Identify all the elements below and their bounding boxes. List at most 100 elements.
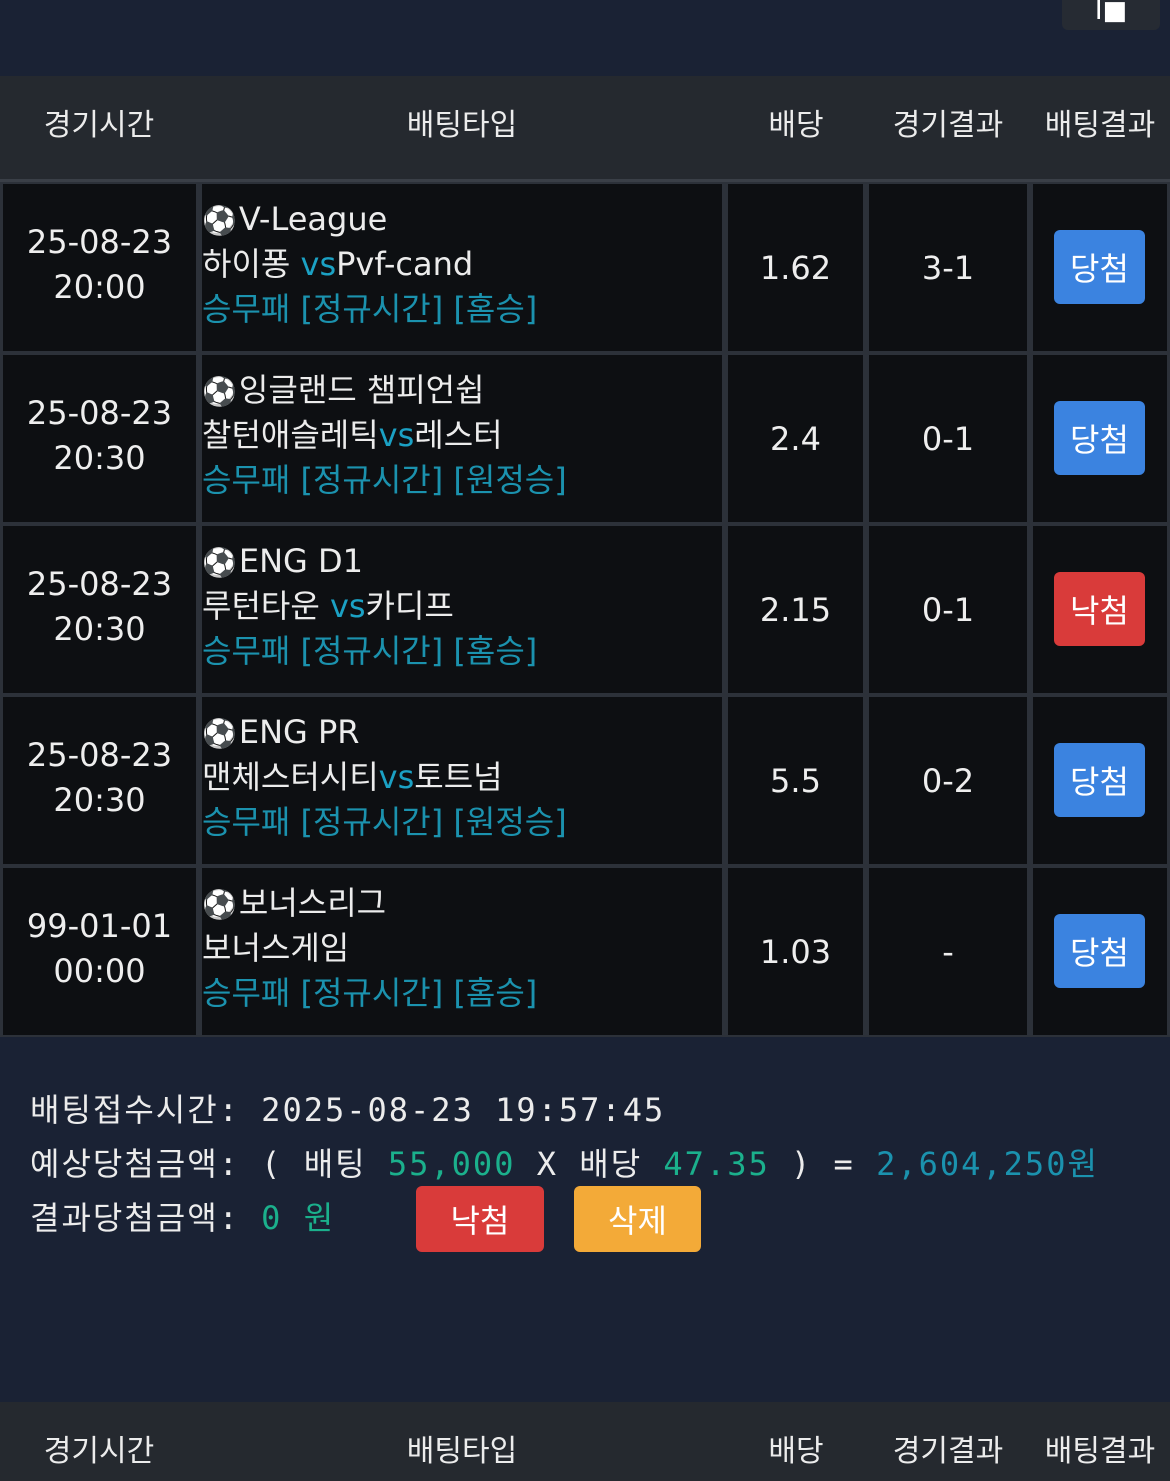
match-time-cell: 25-08-23 20:00 — [3, 184, 196, 351]
bet-result-badge[interactable]: 당첨 — [1054, 230, 1145, 304]
result-cell: 0-2 — [869, 697, 1027, 864]
top-action-button[interactable]: Ⅰ■ — [1062, 0, 1160, 30]
match-datetime: 25-08-23 20:30 — [3, 391, 196, 481]
match-time: 20:00 — [53, 268, 146, 306]
bet-result-cell: 당첨 — [1033, 697, 1167, 864]
bet-type-cell: ⚽ENG D1 루턴타운 vs카디프 승무패 [정규시간] [홈승] — [202, 526, 722, 693]
bet-result-badge[interactable]: 당첨 — [1054, 914, 1145, 988]
result-cell: 0-1 — [869, 355, 1027, 522]
match-time: 20:30 — [53, 610, 146, 648]
result-label: 결과당첨금액: — [30, 1199, 262, 1237]
bet-result-cell: 낙첨 — [1033, 526, 1167, 693]
soccer-ball-icon: ⚽ — [202, 546, 237, 579]
bet-result-badge[interactable]: 당첨 — [1054, 401, 1145, 475]
vs-label: vs — [378, 758, 415, 796]
table-row: 25-08-23 20:30 ⚽잉글랜드 챔피언쉽찰턴애슬레틱vs레스터승무패 [정… — [0, 353, 1170, 524]
result-cell: 0-1 — [869, 526, 1027, 693]
odds-value: 5.5 — [770, 761, 821, 800]
league-name: ENG PR — [238, 713, 360, 751]
result-cell: - — [869, 868, 1027, 1035]
bet-result-badge[interactable]: 낙첨 — [1054, 572, 1145, 646]
odds-value: 2.15 — [759, 590, 832, 629]
table-header-2: 경기시간 배팅타입 배당 경기결과 배팅결과 — [0, 1402, 1170, 1481]
delete-button[interactable]: 삭제 — [574, 1186, 701, 1252]
bet-type-label: 승무패 [정규시간] [홈승] — [202, 632, 538, 670]
header-bet-result: 배팅결과 — [1044, 1434, 1156, 1469]
received-time-line: 배팅접수시간: 2025-08-23 19:57:45 — [30, 1085, 665, 1131]
bet-type-cell: ⚽보너스리그보너스게임승무패 [정규시간] [홈승] — [202, 868, 722, 1035]
soccer-ball-icon: ⚽ — [202, 375, 237, 408]
bet-type-label: 승무패 [정규시간] [원정승] — [202, 461, 567, 499]
match-result: - — [942, 932, 954, 971]
match-result: 0-1 — [921, 590, 975, 629]
bet-result-cell: 당첨 — [1033, 868, 1167, 1035]
home-team: 맨체스터시티 — [202, 758, 379, 796]
soccer-ball-icon: ⚽ — [202, 717, 237, 750]
header-odds: 배당 — [768, 1434, 824, 1469]
match-time: 20:30 — [53, 439, 146, 477]
match-datetime: 25-08-23 20:30 — [3, 733, 196, 823]
away-team: Pvf-cand — [336, 245, 474, 283]
expected-amount-line: 예상당첨금액: ( 배팅 55,000 X 배당 47.35 ) = 2,604… — [30, 1139, 1099, 1185]
match-time-cell: 25-08-23 20:30 — [3, 697, 196, 864]
mark-lose-button[interactable]: 낙첨 — [416, 1186, 544, 1252]
match-result: 0-2 — [921, 761, 975, 800]
table-row: 25-08-23 20:30 ⚽ENG D1 루턴타운 vs카디프 승무패 [정규시간]… — [0, 524, 1170, 695]
bet-type-label: 승무패 [정규시간] [원정승] — [202, 803, 567, 841]
table-row: 99-01-01 00:00 ⚽보너스리그 보너스게임 승무패 [정규시간] [홈승] 1… — [0, 866, 1170, 1037]
match-time-cell: 25-08-23 20:30 — [3, 526, 196, 693]
bet-result-badge[interactable]: 당첨 — [1054, 743, 1145, 817]
home-team: 찰턴애슬레틱 — [202, 416, 379, 454]
equals-label: ) = — [769, 1145, 877, 1183]
league-name: V-League — [238, 200, 388, 238]
odds-value: 2.4 — [770, 419, 821, 458]
bet-type-cell: ⚽ENG PR 맨체스터시티vs토트넘승무패 [정규시간] [원정승] — [202, 697, 722, 864]
received-value: 2025-08-23 19:57:45 — [261, 1091, 666, 1129]
away-team: 토트넘 — [414, 758, 503, 796]
match-date: 25-08-23 — [26, 565, 173, 603]
league-name: 보너스리그 — [238, 884, 387, 922]
total-odds-value: 47.35 — [663, 1145, 770, 1183]
vs-label: vs — [300, 245, 337, 283]
expected-label: 예상당첨금액: ( 배팅 — [30, 1145, 388, 1183]
match-result: 0-1 — [921, 419, 975, 458]
vs-label: vs — [329, 587, 366, 625]
bet-result-cell: 당첨 — [1033, 355, 1167, 522]
home-team: 보너스게임 — [202, 929, 350, 967]
result-cell: 3-1 — [869, 184, 1027, 351]
league-name: 잉글랜드 챔피언쉽 — [238, 371, 485, 409]
table-row: 25-08-23 20:00 ⚽V-League 하이퐁 vsPvf-cand 승무패 … — [0, 182, 1170, 353]
received-label: 배팅접수시간: — [30, 1091, 262, 1129]
home-team: 하이퐁 — [202, 245, 301, 283]
bet-type-cell: ⚽V-League 하이퐁 vsPvf-cand 승무패 [정규시간] [홈승] — [202, 184, 722, 351]
match-date: 99-01-01 — [26, 907, 173, 945]
odds-value: 1.62 — [759, 248, 832, 287]
match-time-cell: 99-01-01 00:00 — [3, 868, 196, 1035]
vs-label: vs — [378, 416, 415, 454]
away-team: 레스터 — [414, 416, 503, 454]
soccer-ball-icon: ⚽ — [202, 204, 237, 237]
soccer-ball-icon: ⚽ — [202, 888, 237, 921]
header-result: 경기결과 — [892, 108, 1004, 143]
times-label: X 배당 — [515, 1145, 664, 1183]
odds-cell: 2.4 — [728, 355, 863, 522]
odds-cell: 1.62 — [728, 184, 863, 351]
match-datetime: 99-01-01 00:00 — [3, 904, 196, 994]
match-date: 25-08-23 — [26, 394, 173, 432]
match-datetime: 25-08-23 20:00 — [3, 220, 196, 310]
header-time: 경기시간 — [43, 108, 155, 143]
bet-type-label: 승무패 [정규시간] [홈승] — [202, 974, 538, 1012]
bet-type-label: 승무패 [정규시간] [홈승] — [202, 290, 538, 328]
table-row: 25-08-23 20:30 ⚽ENG PR 맨체스터시티vs토트넘승무패 [정규시간… — [0, 695, 1170, 866]
expected-amount-value: 2,604,250원 — [876, 1145, 1099, 1183]
table-header: 경기시간 배팅타입 배당 경기결과 배팅결과 — [0, 76, 1170, 182]
header-result: 경기결과 — [892, 1434, 1004, 1469]
header-type: 배팅타입 — [406, 1434, 518, 1469]
odds-cell: 5.5 — [728, 697, 863, 864]
result-amount-value: 0 원 — [261, 1199, 336, 1237]
match-time: 20:30 — [53, 781, 146, 819]
header-type: 배팅타입 — [406, 108, 518, 143]
header-bet-result: 배팅결과 — [1044, 108, 1156, 143]
away-team: 카디프 — [365, 587, 454, 625]
stake-value: 55,000 — [387, 1145, 516, 1183]
